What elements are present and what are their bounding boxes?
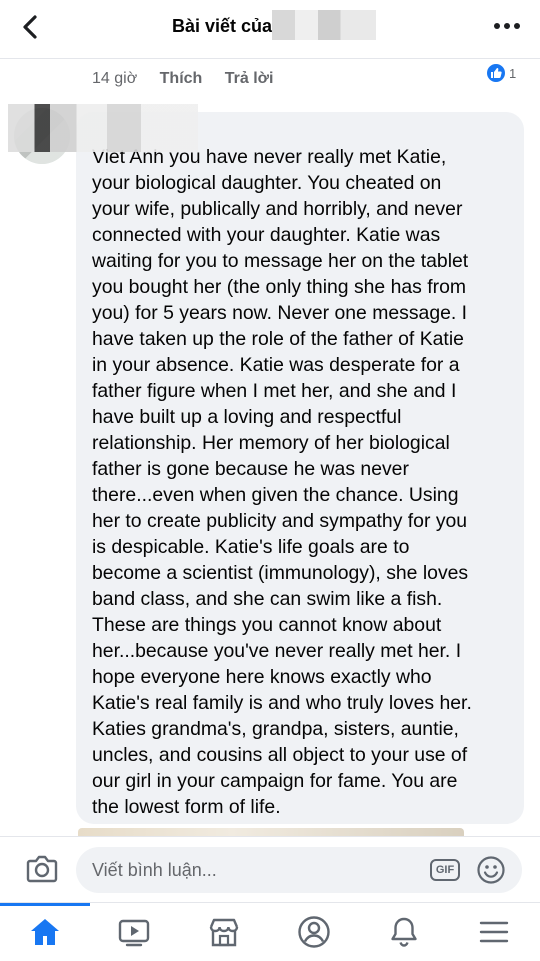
home-icon xyxy=(31,919,59,945)
video-icon xyxy=(118,919,150,947)
smiley-icon xyxy=(477,856,505,884)
reply-link[interactable]: Trả lời xyxy=(225,70,274,87)
redacted-commenter-name xyxy=(8,104,198,152)
comment-placeholder: Viết bình luận... xyxy=(92,860,217,880)
reaction-count: 1 xyxy=(509,65,517,81)
active-tab-indicator xyxy=(0,903,90,906)
comment-composer: Viết bình luận... GIF xyxy=(0,836,540,903)
menu-icon xyxy=(479,921,509,943)
comment-input[interactable]: Viết bình luận... GIF xyxy=(76,847,522,893)
camera-button[interactable] xyxy=(24,853,60,885)
profile-icon xyxy=(298,916,330,948)
comment-text: Viet Anh you have never really met Katie… xyxy=(92,146,472,818)
back-button[interactable] xyxy=(16,12,46,42)
comment-meta-row: 14 giờ Thích Trả lời xyxy=(92,70,292,90)
reaction-badge[interactable]: 1 xyxy=(485,62,516,84)
tab-home[interactable] xyxy=(25,913,65,951)
top-header: Bài viết của xyxy=(0,0,540,59)
camera-icon xyxy=(26,855,58,883)
redacted-author-name xyxy=(272,10,376,40)
tab-video[interactable] xyxy=(114,913,154,951)
comment-bubble[interactable]: Viet Anh you have never really met Katie… xyxy=(76,112,524,824)
tab-profile[interactable] xyxy=(294,913,334,951)
marketplace-icon xyxy=(209,918,239,947)
like-link[interactable]: Thích xyxy=(160,70,203,87)
tab-marketplace[interactable] xyxy=(204,913,244,951)
gif-button[interactable]: GIF xyxy=(430,859,460,881)
emoji-button[interactable] xyxy=(476,855,506,885)
chevron-left-icon xyxy=(23,15,37,39)
more-options-button[interactable] xyxy=(492,16,522,36)
tab-notifications[interactable] xyxy=(384,913,424,951)
bell-icon xyxy=(391,917,417,947)
tab-menu[interactable] xyxy=(474,913,514,951)
bottom-tab-bar xyxy=(0,902,540,961)
comment-timestamp: 14 giờ xyxy=(92,70,138,87)
next-image-preview xyxy=(78,828,464,836)
more-dots-icon xyxy=(494,23,520,29)
page-title: Bài viết của xyxy=(172,16,273,36)
thumbs-up-icon xyxy=(485,62,507,84)
